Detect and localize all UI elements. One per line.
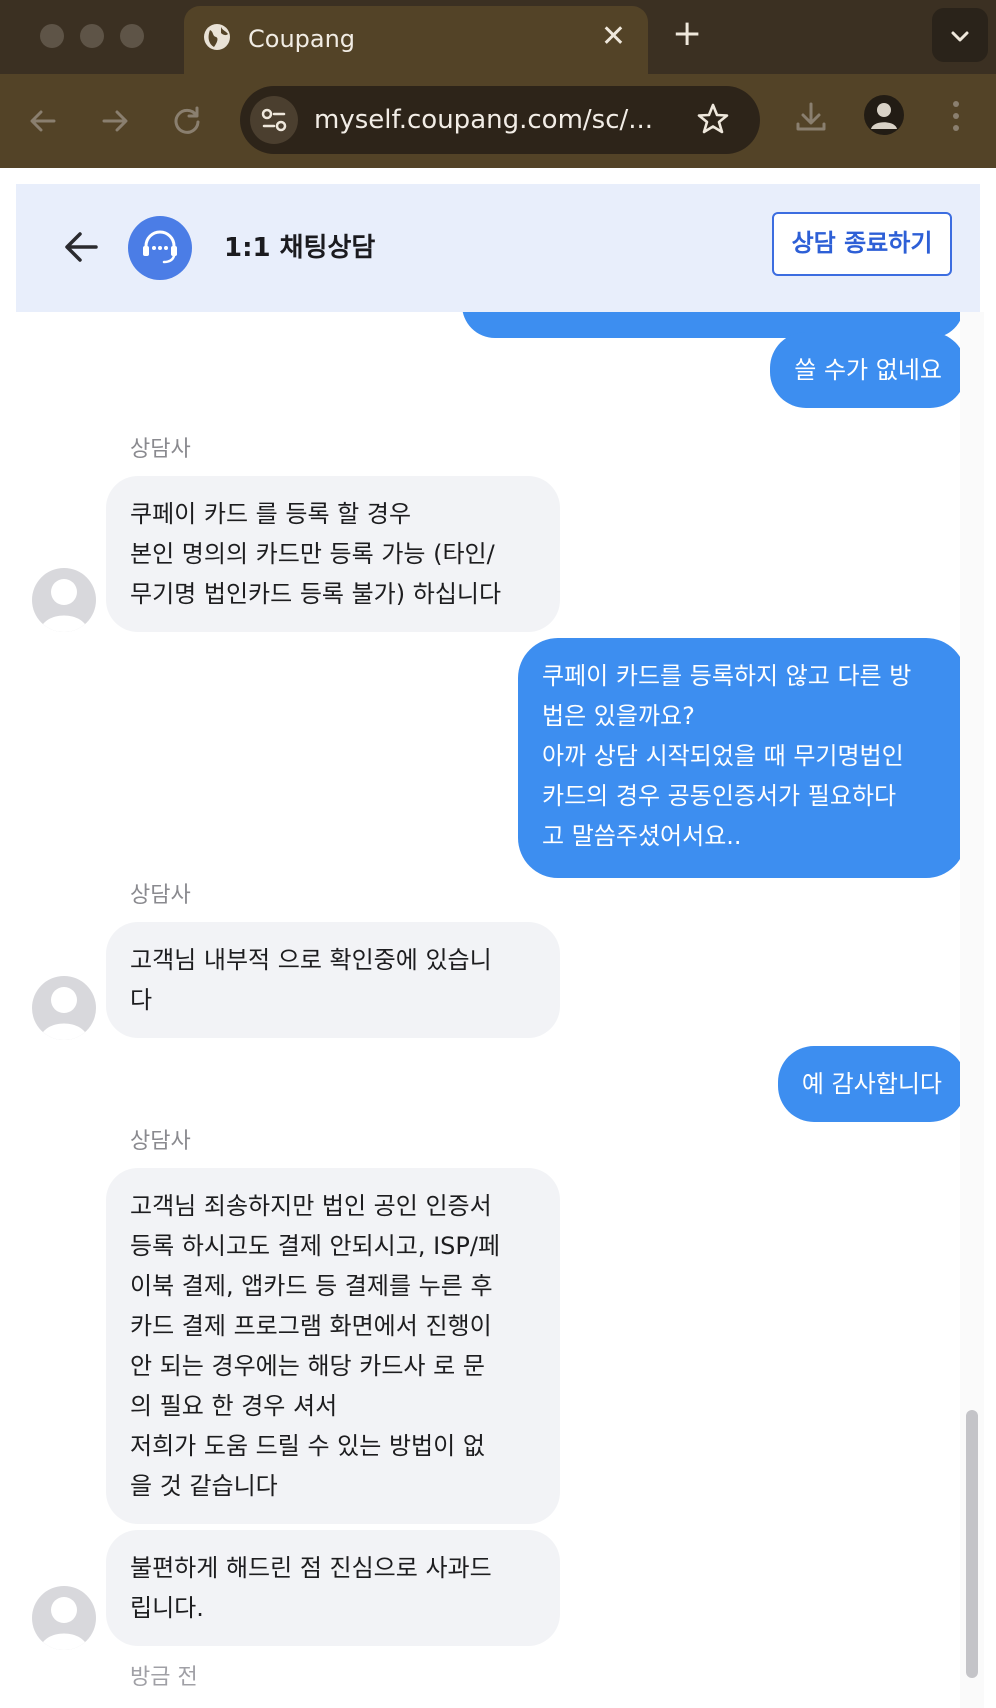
agent-message-bubble: 고객님 죄송하지만 법인 공인 인증서 등록 하시고도 결제 안되시고, ISP… [106, 1168, 560, 1524]
browser-tab-bar: Coupang ✕ + [0, 0, 996, 74]
message-timestamp: 방금 전 [130, 1665, 198, 1690]
tab-search-button[interactable] [932, 8, 988, 62]
default-avatar-icon [40, 1597, 88, 1650]
profile-icon [871, 103, 897, 129]
back-arrow-icon[interactable] [58, 224, 104, 270]
sender-label: 상담사 [130, 1129, 191, 1154]
my-message-bubble: 예 감사합니다 [777, 1046, 966, 1122]
browser-tab[interactable]: Coupang ✕ [184, 6, 648, 74]
address-bar[interactable]: myself.coupang.com/sc/... [240, 86, 760, 154]
back-arrow-icon[interactable] [26, 104, 60, 138]
window-close-dot[interactable] [40, 24, 64, 48]
my-message-bubble: 쓸 수가 없네요 [770, 332, 966, 408]
agent-message-bubble: 쿠페이 카드 를 등록 할 경우 본인 명의의 카드만 등록 가능 (타인/ 무… [106, 476, 560, 632]
browser-toolbar: myself.coupang.com/sc/... [0, 74, 996, 168]
headset-icon [143, 230, 177, 264]
download-icon[interactable] [792, 98, 830, 136]
tune-icon [261, 108, 287, 132]
url-text[interactable]: myself.coupang.com/sc/... [314, 103, 653, 137]
my-message-bubble: 쿠페이 카드를 등록하지 않고 다른 방 법은 있을까요? 아까 상담 시작되었… [518, 638, 966, 878]
agent-avatar [32, 1586, 96, 1650]
agent-headset-logo [128, 216, 192, 280]
agent-avatar [32, 568, 96, 632]
tab-close-icon[interactable]: ✕ [601, 20, 626, 54]
tab-title: Coupang [248, 25, 356, 53]
reload-icon[interactable] [170, 104, 204, 138]
sender-label: 상담사 [130, 437, 191, 462]
chevron-down-icon [951, 31, 969, 42]
window-zoom-dot[interactable] [120, 24, 144, 48]
window-minimize-dot[interactable] [80, 24, 104, 48]
default-avatar-icon [40, 579, 88, 632]
agent-avatar [32, 976, 96, 1040]
bookmark-star-icon[interactable] [694, 100, 732, 138]
new-tab-button[interactable]: + [672, 14, 702, 54]
globe-icon [204, 24, 230, 50]
agent-message-bubble: 고객님 내부적 으로 확인중에 있습니 다 [106, 922, 560, 1038]
more-menu-icon[interactable] [946, 96, 966, 136]
site-info-button[interactable] [250, 96, 298, 144]
page-top-gap [0, 168, 996, 184]
agent-message-bubble: 불편하게 해드린 점 진심으로 사과드 립니다. [106, 1530, 560, 1646]
profile-button[interactable] [864, 95, 904, 135]
default-avatar-icon [40, 987, 88, 1040]
chat-title: 1:1 채팅상담 [224, 233, 376, 263]
message-list[interactable]: 쓸 수가 없네요 상담사 쿠페이 카드 를 등록 할 경우 본인 명의의 카드만… [16, 312, 980, 1708]
scrollbar-thumb[interactable] [966, 1410, 978, 1678]
sender-label: 상담사 [130, 883, 191, 908]
forward-arrow-icon[interactable] [98, 104, 132, 138]
chat-header: 1:1 채팅상담 상담 종료하기 [16, 184, 980, 312]
end-chat-button[interactable]: 상담 종료하기 [772, 212, 952, 276]
